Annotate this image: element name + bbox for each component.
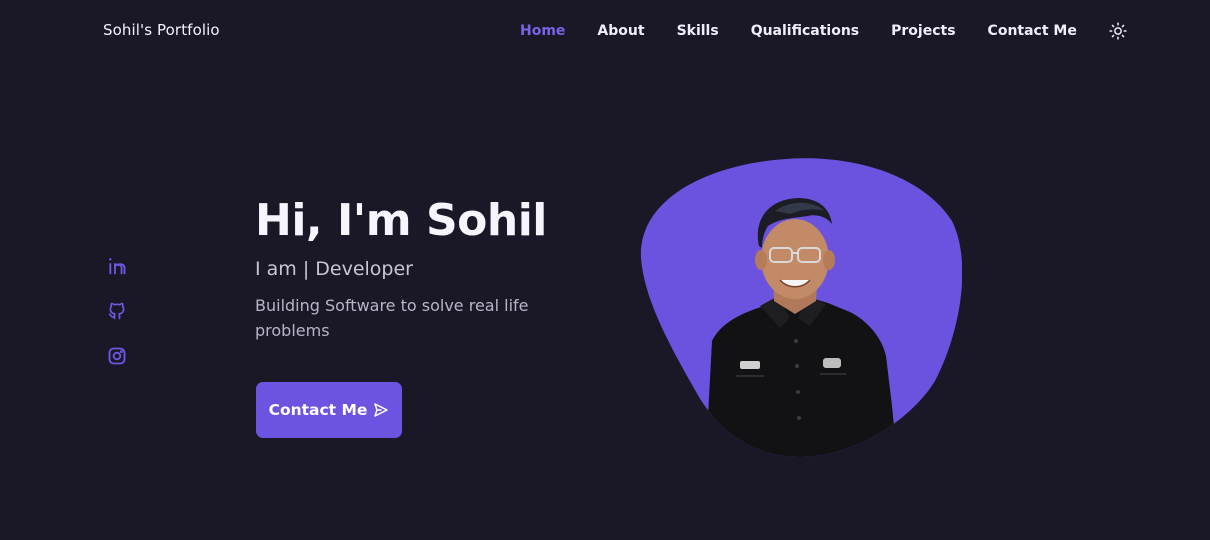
sun-icon <box>1109 22 1127 40</box>
linkedin-link[interactable] <box>107 256 127 276</box>
nav-about[interactable]: About <box>597 23 644 39</box>
hero-description: Building Software to solve real life pro… <box>255 296 529 340</box>
theme-toggle-button[interactable] <box>1109 22 1127 40</box>
social-links <box>107 256 129 391</box>
instagram-link[interactable] <box>107 346 127 366</box>
hero-title: Hi, I'm Sohil <box>255 195 547 246</box>
profile-image <box>640 156 963 458</box>
nav-projects[interactable]: Projects <box>891 23 955 39</box>
linkedin-icon <box>109 258 126 275</box>
nav-qualifications[interactable]: Qualifications <box>751 23 859 39</box>
github-link[interactable] <box>107 301 127 321</box>
header: Sohil's Portfolio Home About Skills Qual… <box>0 0 1210 62</box>
instagram-icon <box>108 347 126 365</box>
nav-skills[interactable]: Skills <box>677 23 719 39</box>
main-nav: Home About Skills Qualifications Project… <box>520 21 1127 41</box>
github-icon <box>108 302 125 320</box>
nav-contact[interactable]: Contact Me <box>988 23 1077 39</box>
hero-subtitle: I am | Developer <box>255 258 413 280</box>
send-icon <box>374 403 389 417</box>
profile-photo <box>640 158 963 458</box>
hero-text: Hi, I'm Sohil I am | Developer Building … <box>255 193 575 343</box>
contact-me-button-label: Contact Me <box>268 401 368 419</box>
site-logo[interactable]: Sohil's Portfolio <box>103 21 220 39</box>
contact-me-button[interactable]: Contact Me <box>256 382 402 438</box>
nav-home[interactable]: Home <box>520 23 565 39</box>
